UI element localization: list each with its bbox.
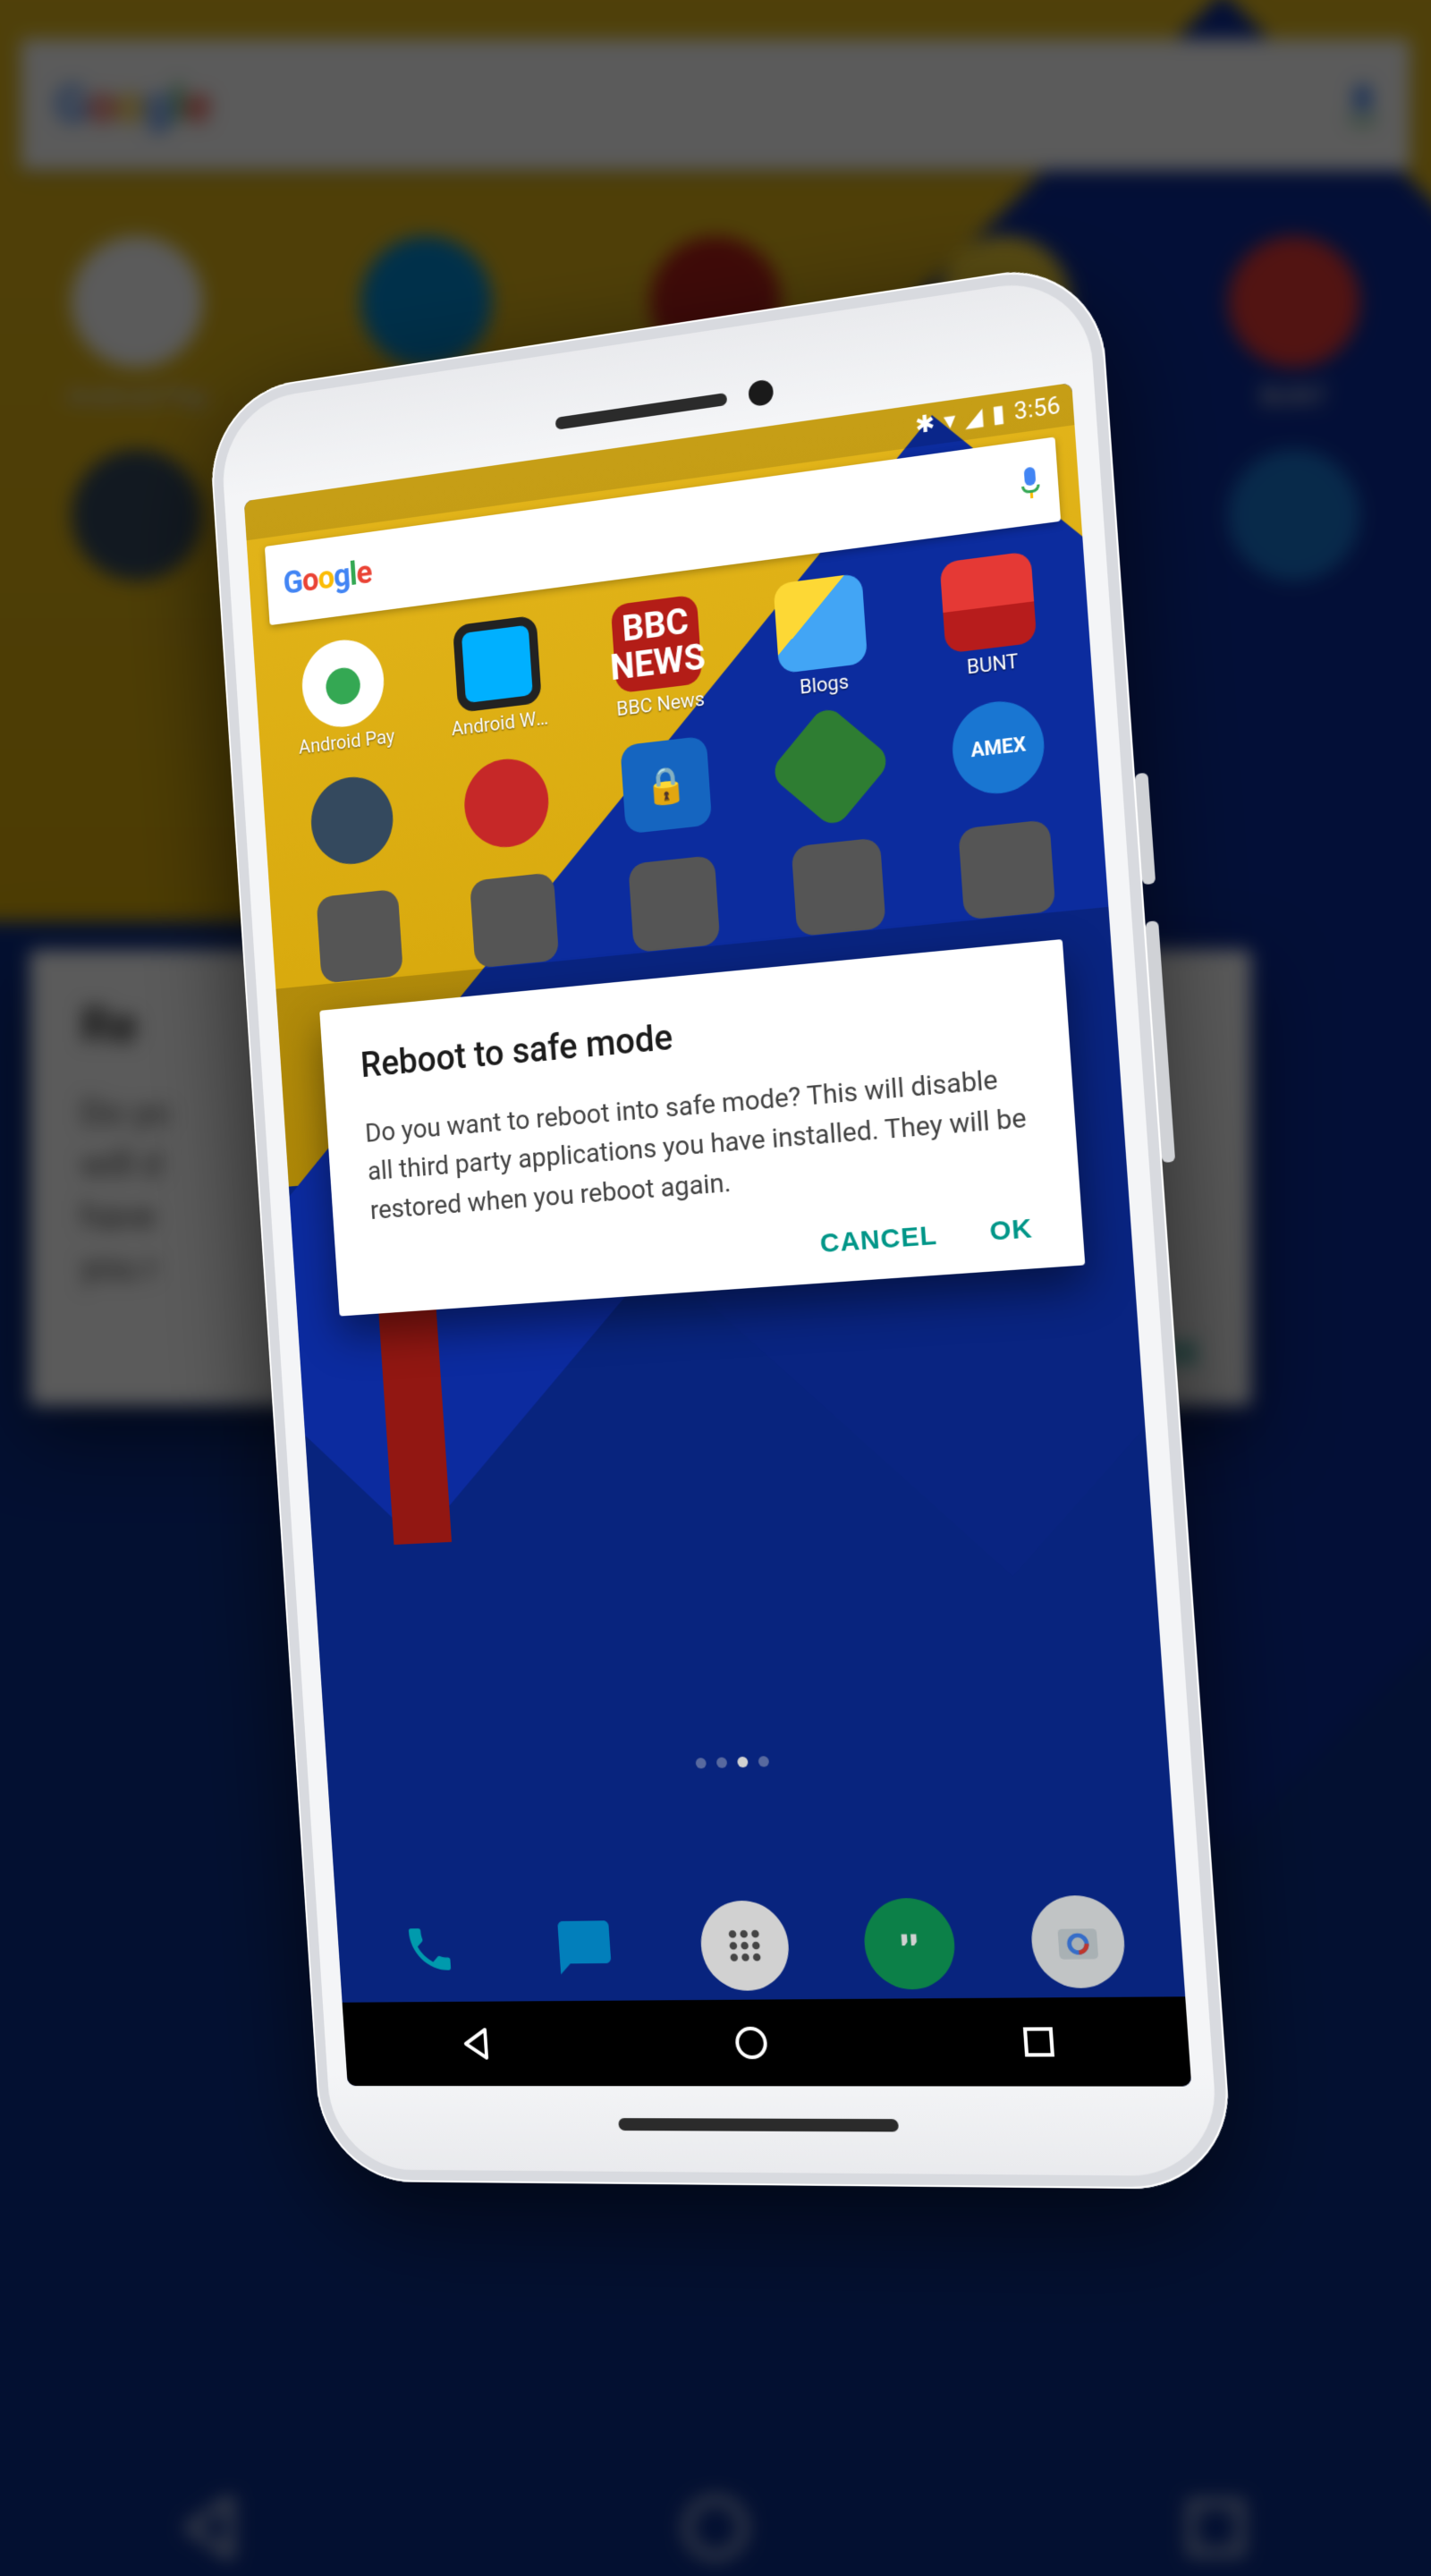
app-feedly[interactable] xyxy=(749,712,912,826)
recents-button[interactable] xyxy=(1018,2021,1061,2063)
app-lock[interactable]: 🔒 xyxy=(587,732,746,843)
phone-screen: ✱ ▾ ◢ ▮ 3:56 Google Android Pay Android … xyxy=(244,383,1192,2087)
app-blogs[interactable]: Blogs xyxy=(739,569,904,706)
front-camera xyxy=(748,378,774,407)
navigation-bar xyxy=(343,1996,1192,2086)
battery-icon: ▮ xyxy=(991,400,1006,429)
earpiece xyxy=(555,393,728,430)
cell-signal-icon: ◢ xyxy=(964,402,984,432)
wifi-icon: ▾ xyxy=(943,407,956,436)
voice-search-icon[interactable] xyxy=(1020,466,1041,500)
home-button[interactable] xyxy=(731,2023,772,2063)
app-amex[interactable]: AMEX xyxy=(915,692,1084,808)
app-android-pay[interactable]: Android Pay xyxy=(268,631,420,761)
bluetooth-icon: ✱ xyxy=(914,410,936,439)
ok-button[interactable]: OK xyxy=(988,1214,1033,1248)
app-bbc-news[interactable]: BBCNEWSBBC News xyxy=(578,590,739,725)
app-clock[interactable] xyxy=(277,769,428,877)
app-android-wear[interactable]: Android We… xyxy=(420,611,577,744)
bottom-speaker xyxy=(618,2118,899,2131)
phone-mockup: ✱ ▾ ◢ ▮ 3:56 Google Android Pay Android … xyxy=(207,258,1235,2190)
app-bunt[interactable]: BUNT xyxy=(905,547,1075,686)
app-chilis[interactable] xyxy=(430,750,585,860)
dialog-body: Do you want to reboot into safe mode? Th… xyxy=(364,1058,1037,1231)
cancel-button[interactable]: CANCEL xyxy=(819,1221,938,1260)
back-button[interactable] xyxy=(458,2024,497,2063)
clock-text: 3:56 xyxy=(1013,392,1062,426)
phone-body: ✱ ▾ ◢ ▮ 3:56 Google Android Pay Android … xyxy=(207,258,1235,2190)
google-logo: Google xyxy=(282,554,372,602)
